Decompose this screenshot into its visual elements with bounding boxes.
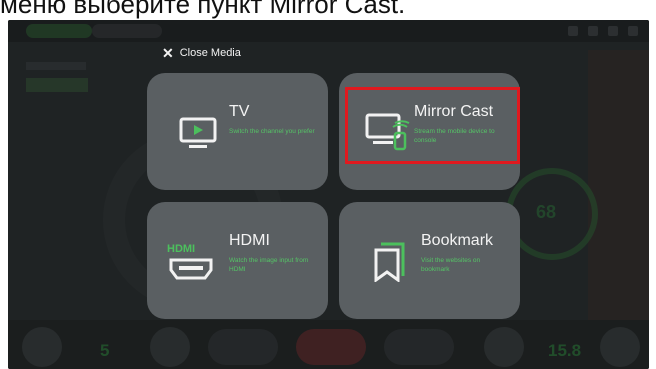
instruction-caption: меню выберите пункт Mirror Cast.: [0, 0, 406, 19]
hdmi-card[interactable]: HDMI HDMI Watch the image input from HDM…: [147, 202, 328, 319]
tv-card[interactable]: TV Switch the channel you prefer: [147, 73, 328, 190]
svg-text:HDMI: HDMI: [167, 243, 195, 255]
hdmi-title: HDMI: [229, 232, 270, 249]
bookmark-card[interactable]: Bookmark Visit the websites on bookmark: [339, 202, 520, 319]
close-media-label: Close Media: [179, 47, 241, 59]
bookmark-icon: [374, 242, 405, 282]
close-media-button[interactable]: ✕ Close Media: [162, 44, 241, 62]
close-icon: ✕: [162, 45, 174, 61]
tv-description: Switch the channel you prefer: [229, 128, 315, 135]
tv-icon: [179, 117, 217, 148]
tv-title: TV: [229, 103, 250, 120]
bookmark-title: Bookmark: [421, 232, 494, 249]
media-overlay: [8, 20, 649, 369]
bookmark-description: Visit the websites on bookmark: [421, 257, 481, 273]
hdmi-icon: HDMI: [167, 243, 213, 280]
console-screen: 68 5 15.8 ✕ Close Media TV Switch the ch…: [8, 20, 649, 369]
mirror-cast-highlight-box: [345, 87, 520, 164]
hdmi-description: Watch the image input from HDMI: [229, 257, 309, 273]
